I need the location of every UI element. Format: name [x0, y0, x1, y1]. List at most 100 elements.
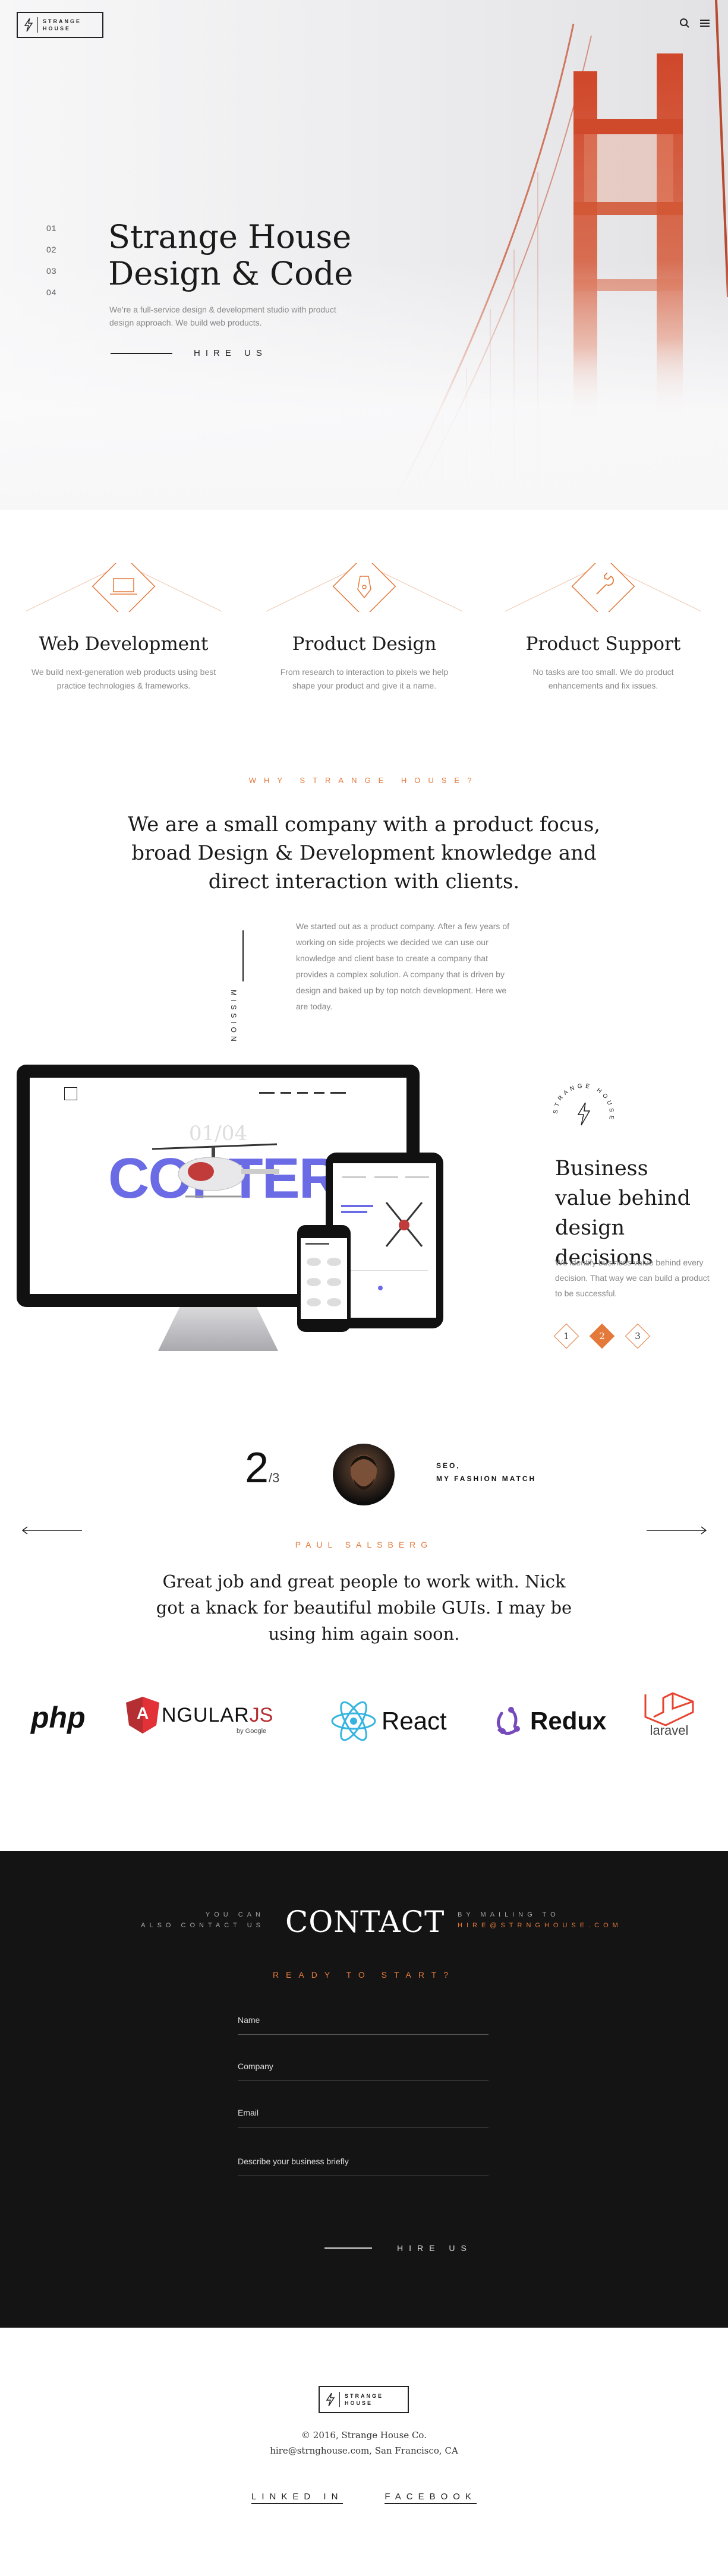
client-company: MY FASHION MATCH — [436, 1475, 537, 1483]
testimonial-counter: 2/3 — [245, 1444, 279, 1492]
hero-title: Strange House Design & Code — [108, 219, 417, 292]
slide-number-2[interactable]: 02 — [46, 245, 57, 254]
laravel-icon — [644, 1692, 694, 1726]
hero-hire-us-button[interactable]: HIRE US — [111, 348, 267, 358]
laravel-logo: laravel — [642, 1691, 697, 1738]
angularjs-logo: A NGULAR JS by Google — [126, 1697, 273, 1735]
address-text: hire@strnghouse.com, San Francisco, CA — [270, 2445, 458, 2456]
ready-to-start-label: READY TO START? — [272, 1970, 456, 1980]
name-field[interactable]: Name — [238, 2015, 489, 2035]
react-logo: React — [330, 1700, 447, 1742]
client-role: SEO, — [436, 1461, 461, 1470]
showcase-pager: 1 2 3 — [553, 1322, 651, 1350]
facebook-link[interactable]: FACEBOOK — [385, 2492, 477, 2504]
search-icon[interactable] — [679, 18, 690, 29]
pager-item-2[interactable]: 2 — [588, 1322, 616, 1350]
svg-text:STRANGE HOUSE: STRANGE HOUSE — [553, 1083, 615, 1123]
lightning-bolt-icon — [23, 17, 38, 33]
angular-wordmark: NGULAR — [162, 1703, 250, 1726]
service-product-design: Product Design From research to interact… — [266, 554, 463, 693]
slide-number-1[interactable]: 01 — [46, 223, 57, 233]
testimonial-author: PAUL SALSBERG — [295, 1540, 433, 1549]
phone-screen — [301, 1238, 347, 1319]
hire-us-label: HIRE US — [397, 2243, 472, 2253]
showcase-text: We identify business value behind every … — [555, 1258, 710, 1298]
screen-nav — [259, 1092, 346, 1094]
service-title: Web Development — [39, 633, 209, 655]
redux-logo: Redux — [491, 1704, 606, 1738]
showcase-section: 01/04 COPTER — [0, 1065, 728, 1433]
contact-section: YOU CAN ALSO CONTACT US CONTACT BY MAILI… — [0, 1851, 728, 2328]
service-text: No tasks are too small. We do product en… — [532, 667, 674, 690]
angular-js-wordmark: JS — [249, 1703, 273, 1726]
ring-text: STRANGE HOUSE — [553, 1083, 612, 1123]
contact-left-line1: YOU CAN — [205, 1911, 264, 1918]
service-text: From research to interaction to pixels w… — [280, 667, 449, 690]
angular-byline: by Google — [237, 1728, 267, 1735]
pager-label: 1 — [563, 1331, 569, 1341]
why-eyebrow: WHY STRANGE HOUSE? — [248, 776, 480, 785]
footer-copyright: © 2016, Strange House Co. hire@strnghous… — [0, 2427, 728, 2458]
pager-item-1[interactable]: 1 — [553, 1322, 580, 1350]
site-logo[interactable]: STRANGE HOUSE — [17, 12, 103, 38]
pen-nib-icon — [266, 554, 463, 618]
service-web-development: Web Development We build next-generation… — [25, 554, 222, 693]
social-links: LINKED IN FACEBOOK — [0, 2492, 728, 2504]
react-atom-icon — [331, 1701, 376, 1741]
service-title: Product Support — [525, 633, 681, 655]
mission-label: MISSION — [229, 990, 238, 1045]
hire-us-label: HIRE US — [194, 348, 267, 358]
site-footer: STRANGE HOUSE © 2016, Strange House Co. … — [0, 2328, 728, 2551]
contact-right-note: BY MAILING TO HIRE@STRNGHOUSE.COM — [458, 1909, 618, 1931]
linkedin-link[interactable]: LINKED IN — [251, 2492, 343, 2504]
business-brief-field[interactable]: Describe your business briefly — [238, 2157, 489, 2176]
redux-icon — [497, 1707, 520, 1735]
pager-label: 3 — [635, 1331, 641, 1341]
footer-logo-line2: HOUSE — [345, 2400, 373, 2406]
pager-item-3[interactable]: 3 — [624, 1322, 651, 1350]
arrow-left-icon[interactable] — [20, 1526, 82, 1535]
footer-logo[interactable]: STRANGE HOUSE — [319, 2386, 409, 2413]
hamburger-menu-icon[interactable] — [699, 18, 710, 29]
contact-title: CONTACT — [285, 1905, 445, 1939]
screen-logo — [64, 1087, 77, 1100]
client-info: SEO, MY FASHION MATCH — [436, 1459, 536, 1485]
company-field[interactable]: Company — [238, 2062, 489, 2081]
services-section: Web Development We build next-generation… — [0, 510, 728, 734]
why-heading: We are a small company with a product fo… — [127, 813, 601, 894]
arrow-right-icon[interactable] — [647, 1526, 708, 1535]
hero-lead: We’re a full-service design & developmen… — [109, 305, 336, 327]
logo-text-line1: STRANGE — [43, 18, 82, 24]
wrench-icon — [505, 554, 702, 618]
service-text: We build next-generation web products us… — [31, 667, 216, 690]
service-product-support: Product Support No tasks are too small. … — [505, 554, 702, 693]
hire-us-line — [111, 352, 172, 354]
slide-number-3[interactable]: 03 — [46, 266, 57, 276]
redux-wordmark: Redux — [530, 1707, 607, 1735]
monitor-stand — [158, 1307, 278, 1351]
client-avatar — [333, 1444, 395, 1505]
contact-hire-us-button[interactable]: HIRE US — [324, 2243, 472, 2253]
angular-a-letter: A — [137, 1704, 149, 1722]
hero-title-line1: Strange House — [108, 218, 352, 255]
avatar-portrait — [351, 1455, 377, 1490]
strange-house-ring-badge: STRANGE HOUSE — [553, 1083, 615, 1126]
why-body: We started out as a product company. Aft… — [296, 921, 509, 1011]
react-wordmark: React — [382, 1707, 447, 1735]
copyright-text: © 2016, Strange House Co. — [301, 2430, 427, 2441]
contact-left-line2: ALSO CONTACT US — [141, 1922, 264, 1929]
hero-title-line2: Design & Code — [108, 255, 354, 292]
contact-left-note: YOU CAN ALSO CONTACT US — [119, 1909, 264, 1931]
hero-section: STRANGE HOUSE 01 02 03 04 Strange House … — [0, 0, 728, 510]
hire-us-line — [324, 2247, 372, 2249]
contact-right-line1: BY MAILING TO — [458, 1911, 560, 1918]
lightning-bolt-icon — [577, 1102, 591, 1126]
slide-number-4[interactable]: 04 — [46, 288, 57, 297]
testimonial-quote: Great job and great people to work with.… — [156, 1571, 572, 1644]
email-field[interactable]: Email — [238, 2108, 489, 2127]
counter-total: /3 — [269, 1470, 280, 1485]
pager-label: 2 — [599, 1331, 605, 1341]
fog-overlay — [0, 260, 728, 510]
contact-email-link[interactable]: HIRE@STRNGHOUSE.COM — [458, 1920, 618, 1931]
hero-slide-nav: 01 02 03 04 — [46, 223, 57, 297]
